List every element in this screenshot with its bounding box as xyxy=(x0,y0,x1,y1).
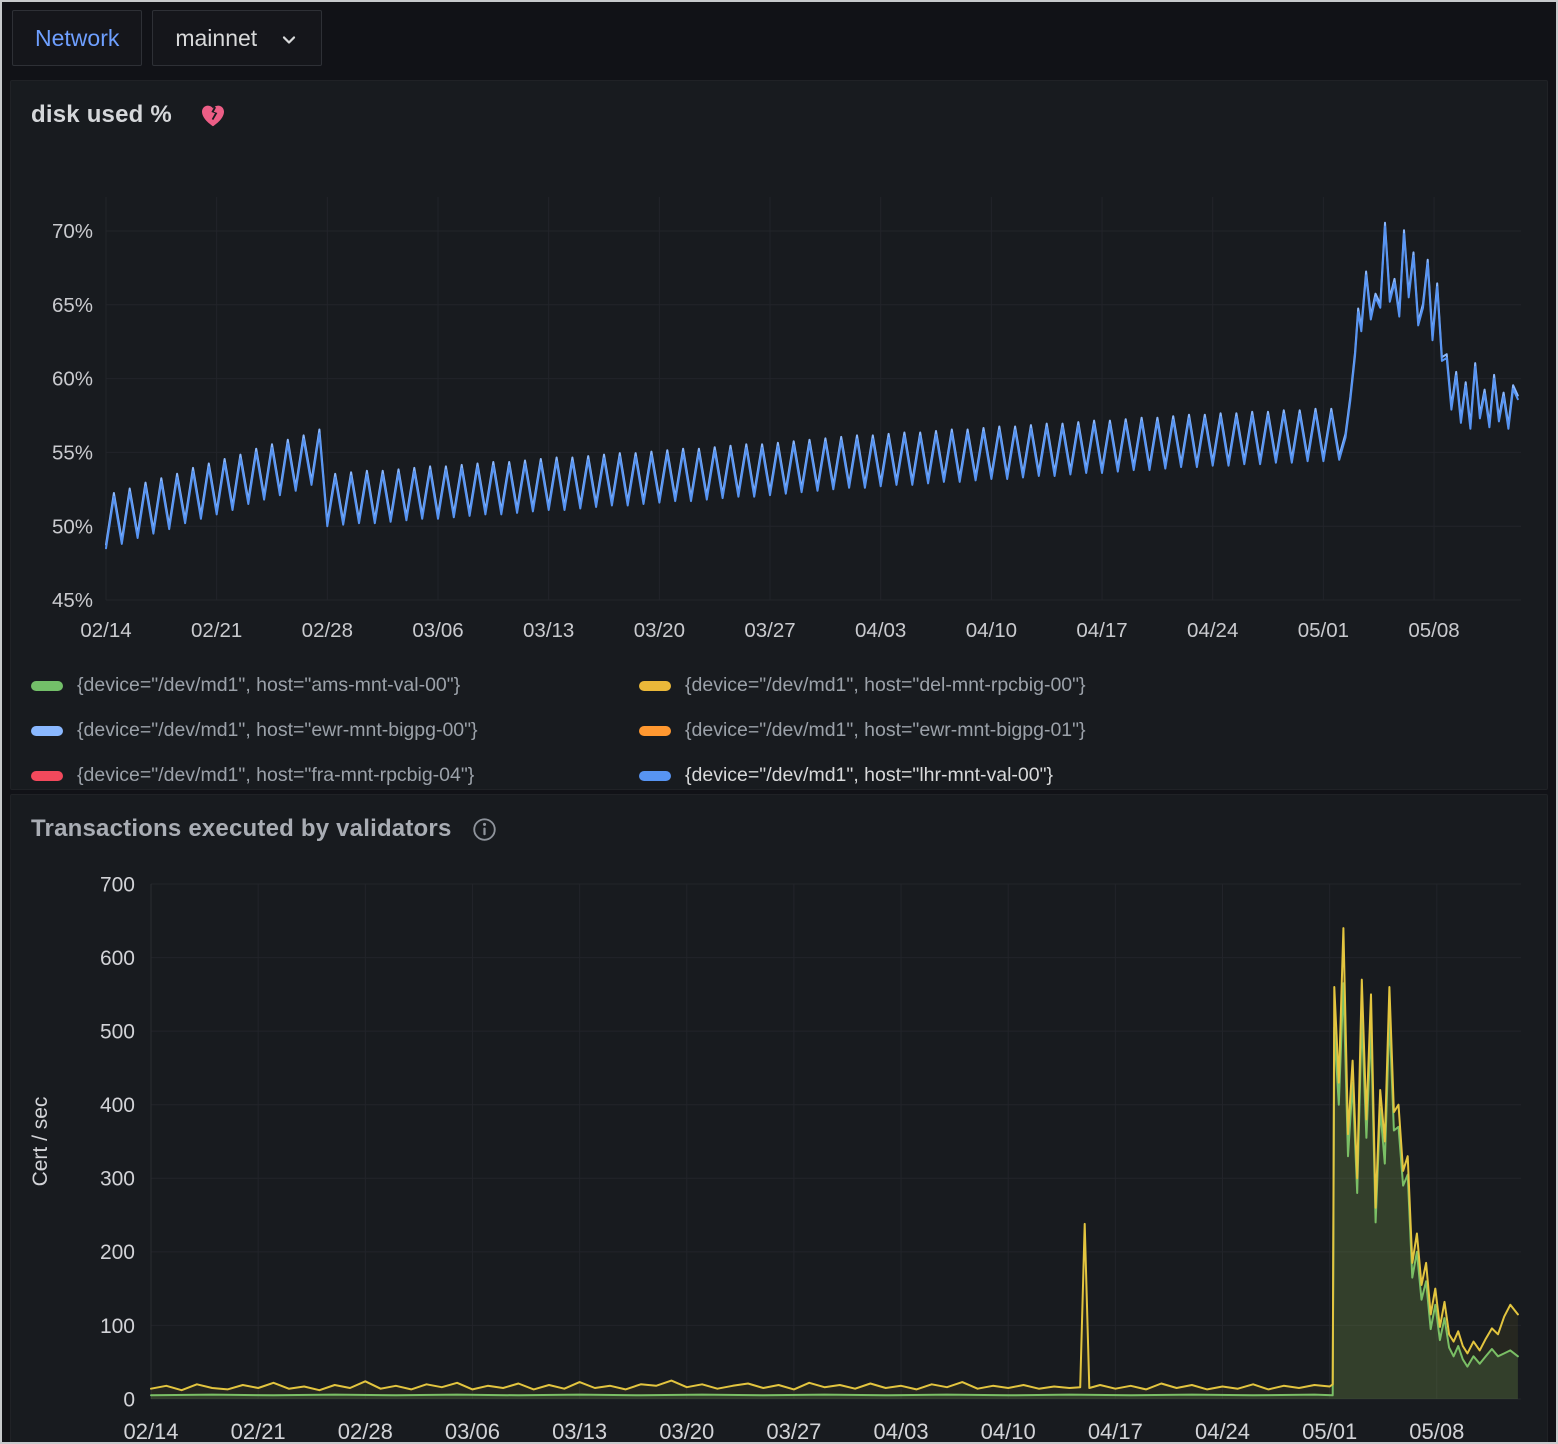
svg-text:04/17: 04/17 xyxy=(1076,619,1127,642)
legend-item[interactable]: {device="/dev/md1", host="del-mnt-rpcbig… xyxy=(639,663,1527,708)
svg-text:400: 400 xyxy=(100,1094,135,1117)
tx-panel-title: Transactions executed by validators xyxy=(31,815,452,843)
legend-item[interactable]: {device="/dev/md1", host="ewr-mnt-bigpg-… xyxy=(639,708,1527,753)
legend-item[interactable]: {device="/dev/md1", host="ams-mnt-val-00… xyxy=(31,663,639,708)
svg-text:04/17: 04/17 xyxy=(1088,1419,1143,1444)
legend-color-chip xyxy=(639,681,671,691)
svg-text:02/21: 02/21 xyxy=(191,619,242,642)
svg-text:65%: 65% xyxy=(52,294,93,317)
svg-text:03/13: 03/13 xyxy=(523,619,574,642)
transactions-chart[interactable]: 02/14 02/21 02/28 03/06 03/13 03/20 03/27 04/03… xyxy=(31,851,1529,1444)
svg-text:200: 200 xyxy=(100,1241,135,1264)
svg-text:700: 700 xyxy=(100,873,135,896)
legend-item[interactable]: {device="/dev/md1", host="fra-mnt-rpcbig… xyxy=(31,753,639,798)
network-variable-label: Network xyxy=(12,10,142,66)
legend-color-chip xyxy=(31,681,63,691)
panel-transactions: Transactions executed by validators 02/1… xyxy=(10,794,1548,1444)
svg-text:45%: 45% xyxy=(52,589,93,612)
svg-text:300: 300 xyxy=(100,1168,135,1191)
legend-item[interactable]: {device="/dev/md1", host="ewr-mnt-bigpg-… xyxy=(31,708,639,753)
legend-item[interactable]: {device="/dev/md1", host="lhr-mnt-val-00… xyxy=(639,753,1527,798)
panel-disk-used: disk used % 02/14 02/21 02/28 03/06 03/13 03/… xyxy=(10,80,1548,790)
svg-text:04/03: 04/03 xyxy=(874,1419,929,1444)
network-variable-select[interactable]: mainnet xyxy=(152,10,322,66)
network-value-text: mainnet xyxy=(175,25,257,52)
legend-label: {device="/dev/md1", host="lhr-mnt-val-00… xyxy=(685,764,1053,787)
disk-used-chart[interactable]: 02/14 02/21 02/28 03/06 03/13 03/20 03/27 04/03… xyxy=(31,137,1529,657)
svg-text:55%: 55% xyxy=(52,442,93,465)
svg-text:70%: 70% xyxy=(52,220,93,243)
svg-text:05/08: 05/08 xyxy=(1408,619,1459,642)
svg-text:60%: 60% xyxy=(52,368,93,391)
svg-text:02/14: 02/14 xyxy=(80,619,131,642)
legend-label: {device="/dev/md1", host="fra-mnt-rpcbig… xyxy=(77,764,474,787)
svg-text:02/21: 02/21 xyxy=(231,1419,286,1444)
disk-panel-title: disk used % xyxy=(31,101,172,129)
svg-text:03/06: 03/06 xyxy=(412,619,463,642)
svg-text:02/28: 02/28 xyxy=(302,619,353,642)
info-icon[interactable] xyxy=(472,817,497,842)
svg-text:05/08: 05/08 xyxy=(1409,1419,1464,1444)
svg-text:04/24: 04/24 xyxy=(1187,619,1238,642)
svg-text:05/01: 05/01 xyxy=(1298,619,1349,642)
legend-label: {device="/dev/md1", host="ewr-mnt-bigpg-… xyxy=(77,719,478,742)
svg-text:Cert / sec: Cert / sec xyxy=(31,1097,52,1187)
svg-text:04/10: 04/10 xyxy=(981,1419,1036,1444)
svg-text:03/27: 03/27 xyxy=(744,619,795,642)
svg-text:03/20: 03/20 xyxy=(659,1419,714,1444)
svg-text:03/13: 03/13 xyxy=(552,1419,607,1444)
variable-bar: Network mainnet xyxy=(2,2,1556,68)
grafana-dashboard: Network mainnet disk used % 02/1402/2102… xyxy=(0,0,1558,1444)
disk-chart-legend: {device="/dev/md1", host="ams-mnt-val-00… xyxy=(31,663,1527,798)
svg-text:04/24: 04/24 xyxy=(1195,1419,1250,1444)
legend-color-chip xyxy=(639,771,671,781)
svg-text:03/27: 03/27 xyxy=(766,1419,821,1444)
tx-panel-header[interactable]: Transactions executed by validators xyxy=(31,807,1527,851)
svg-text:02/28: 02/28 xyxy=(338,1419,393,1444)
legend-color-chip xyxy=(31,771,63,781)
svg-text:0: 0 xyxy=(123,1388,135,1411)
legend-label: {device="/dev/md1", host="ewr-mnt-bigpg-… xyxy=(685,719,1086,742)
legend-label: {device="/dev/md1", host="ams-mnt-val-00… xyxy=(77,674,460,697)
network-label-text: Network xyxy=(35,25,119,52)
legend-color-chip xyxy=(31,726,63,736)
legend-label: {device="/dev/md1", host="del-mnt-rpcbig… xyxy=(685,674,1086,697)
svg-text:03/20: 03/20 xyxy=(634,619,685,642)
svg-text:500: 500 xyxy=(100,1020,135,1043)
svg-text:04/10: 04/10 xyxy=(966,619,1017,642)
svg-text:02/14: 02/14 xyxy=(123,1419,178,1444)
chevron-down-icon xyxy=(279,30,299,50)
svg-text:100: 100 xyxy=(100,1315,135,1338)
svg-text:04/03: 04/03 xyxy=(855,619,906,642)
svg-text:05/01: 05/01 xyxy=(1302,1419,1357,1444)
svg-text:600: 600 xyxy=(100,947,135,970)
svg-text:03/06: 03/06 xyxy=(445,1419,500,1444)
svg-text:50%: 50% xyxy=(52,515,93,538)
alert-broken-heart-icon[interactable] xyxy=(198,100,228,130)
disk-panel-header[interactable]: disk used % xyxy=(31,93,1527,137)
legend-color-chip xyxy=(639,726,671,736)
